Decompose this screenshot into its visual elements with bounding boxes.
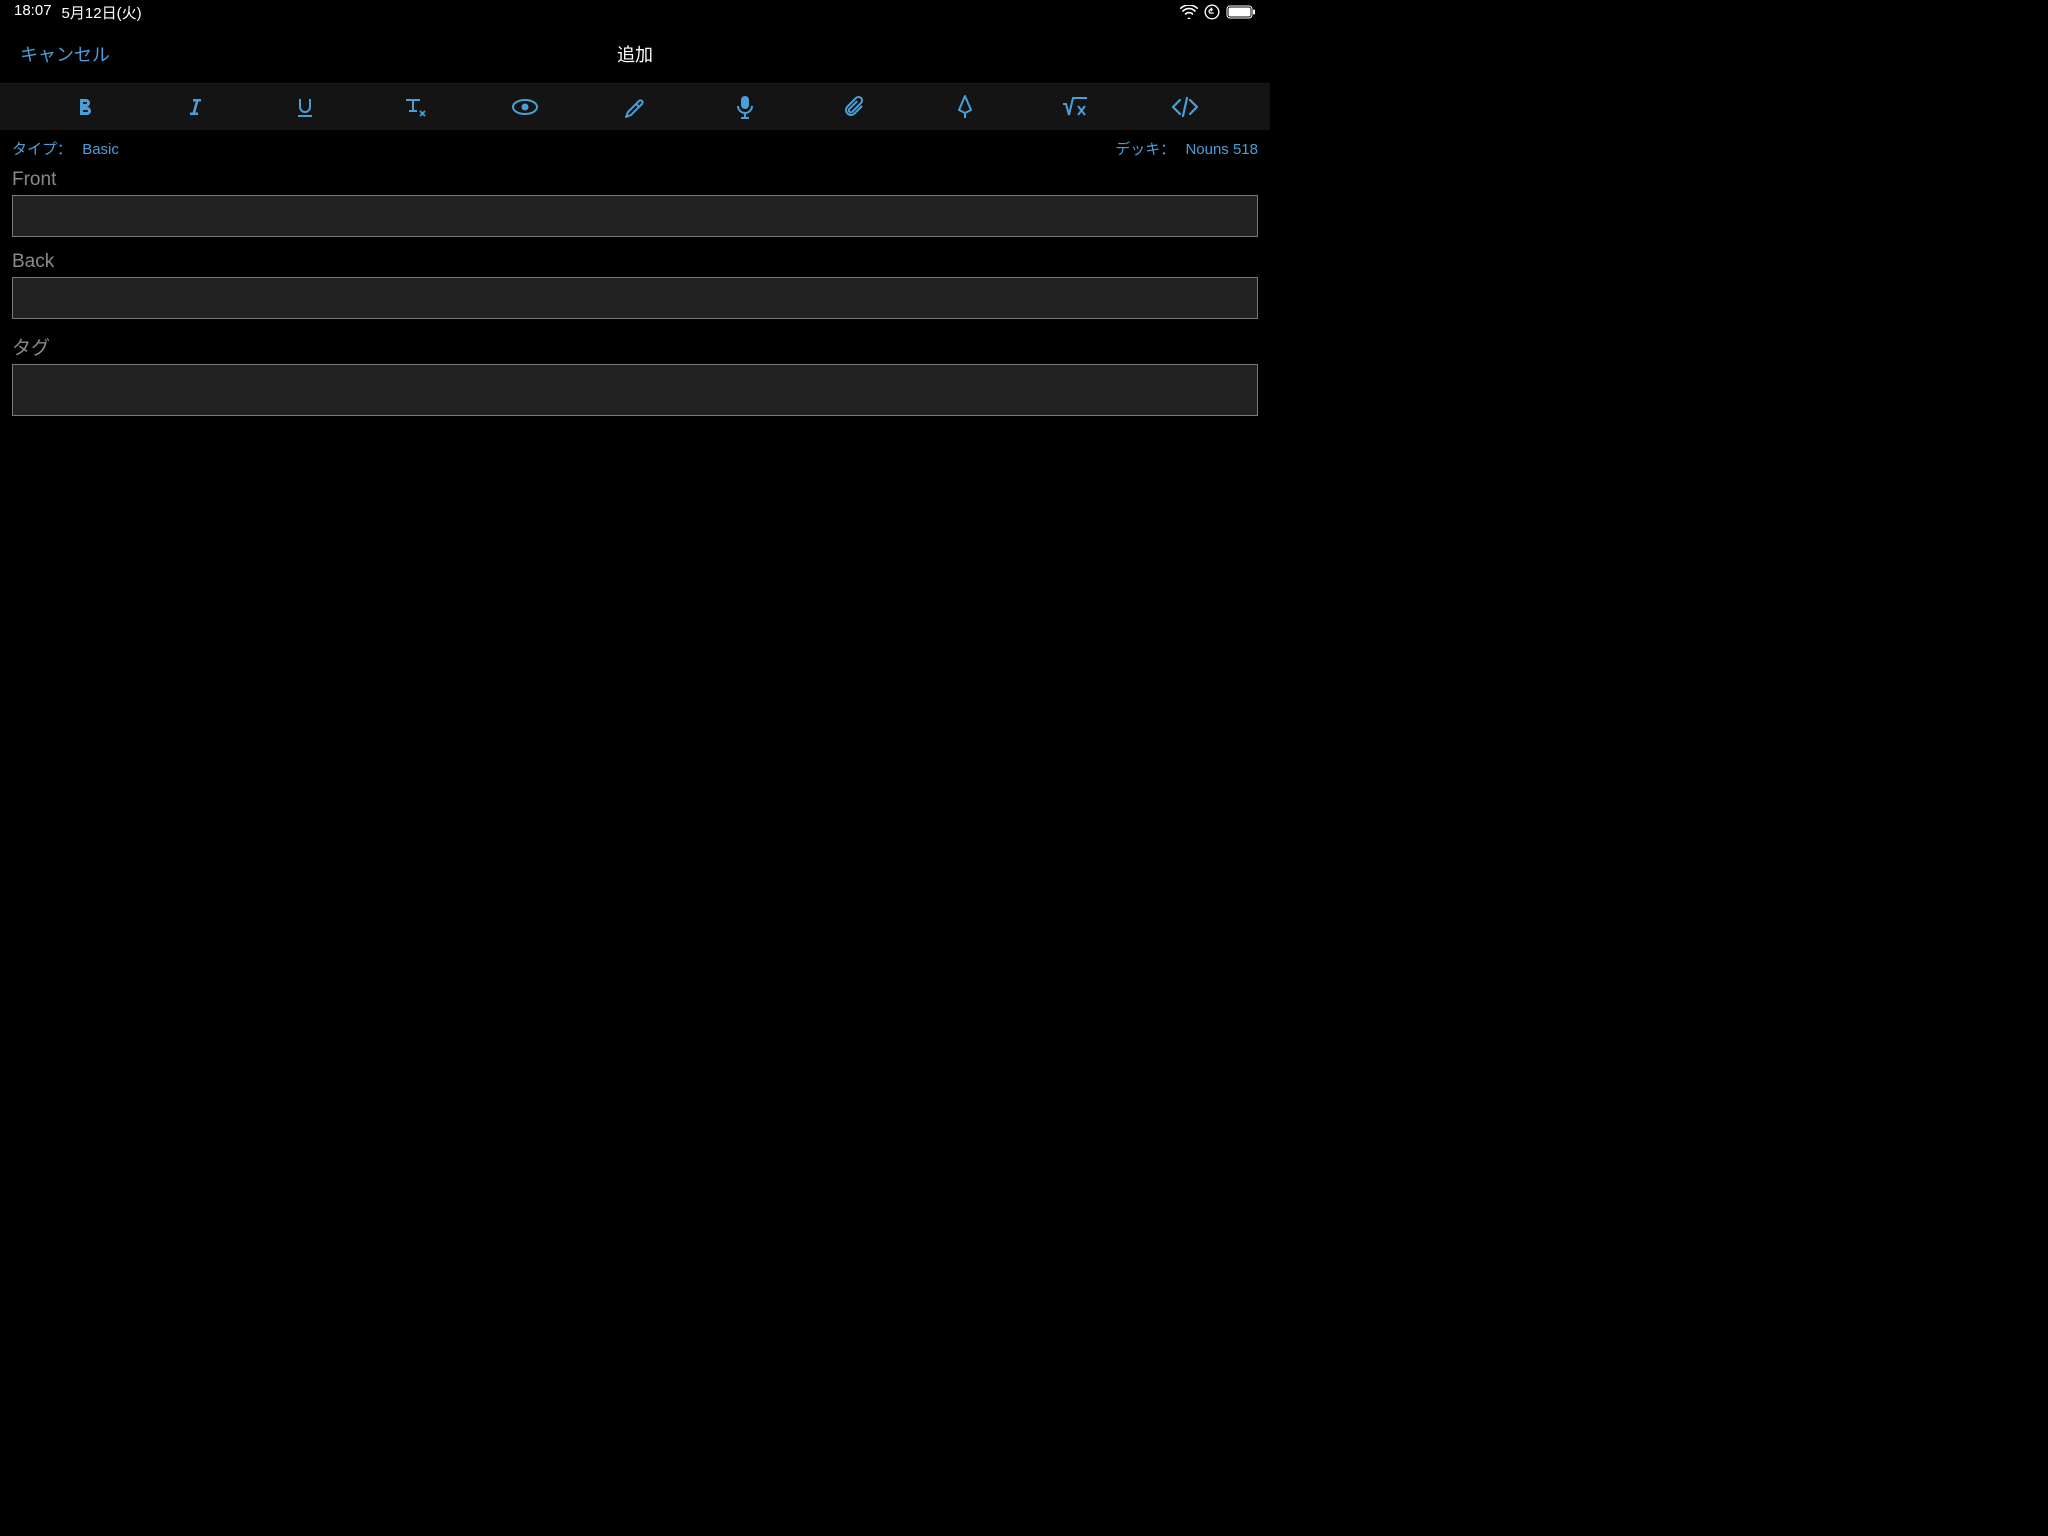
code-icon[interactable] — [1165, 87, 1205, 127]
type-value: Basic — [82, 141, 119, 158]
deck-value: Nouns 518 — [1185, 141, 1258, 158]
tags-input[interactable] — [12, 364, 1258, 416]
microphone-icon[interactable] — [725, 87, 765, 127]
type-label: タイプ： — [12, 141, 72, 158]
nav-bar: キャンセル 追加 — [0, 24, 1270, 84]
clear-format-icon[interactable] — [395, 87, 435, 127]
page-title: 追加 — [617, 41, 653, 67]
tags-field-group: タグ — [12, 333, 1258, 416]
battery-icon — [1226, 5, 1256, 19]
front-input[interactable] — [12, 195, 1258, 237]
type-selector[interactable]: タイプ： Basic — [12, 138, 119, 159]
back-input[interactable] — [12, 277, 1258, 319]
front-field-group: Front — [12, 169, 1258, 237]
underline-icon[interactable] — [285, 87, 325, 127]
cloze-icon[interactable] — [505, 87, 545, 127]
front-label: Front — [12, 169, 1258, 191]
meta-row: タイプ： Basic デッキ： Nouns 518 — [0, 130, 1270, 165]
equation-icon[interactable] — [1055, 87, 1095, 127]
italic-icon[interactable] — [175, 87, 215, 127]
rotation-lock-icon — [1204, 4, 1220, 20]
back-field-group: Back — [12, 251, 1258, 319]
deck-label: デッキ： — [1115, 141, 1175, 158]
back-label: Back — [12, 251, 1258, 273]
attachment-icon[interactable] — [835, 87, 875, 127]
status-time: 18:07 — [14, 2, 52, 23]
formatting-toolbar — [0, 84, 1270, 130]
status-bar: 18:07 5月12日(火) — [0, 0, 1270, 24]
paint-icon[interactable] — [615, 87, 655, 127]
bold-icon[interactable] — [65, 87, 105, 127]
deck-selector[interactable]: デッキ： Nouns 518 — [1115, 138, 1258, 159]
status-date: 5月12日(火) — [62, 2, 142, 23]
pen-icon[interactable] — [945, 87, 985, 127]
tags-label: タグ — [12, 333, 1258, 360]
wifi-icon — [1180, 5, 1198, 19]
cancel-button[interactable]: キャンセル — [20, 41, 110, 67]
form-area: Front Back タグ — [0, 165, 1270, 434]
